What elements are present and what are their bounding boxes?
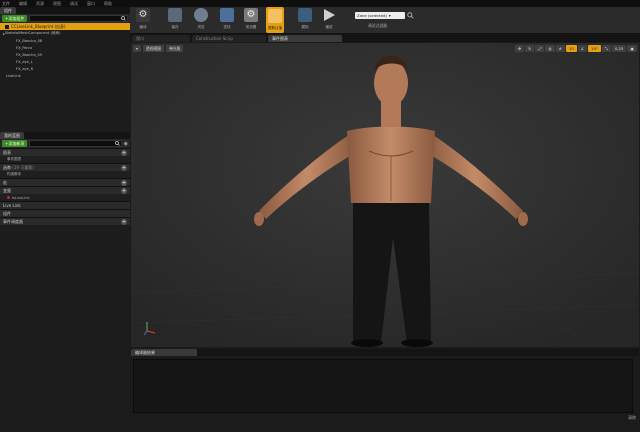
components-toolbar: +添加组件 <box>0 14 130 23</box>
section-graphs[interactable]: 图表 + <box>0 148 130 156</box>
tree-item[interactable]: FX_eye_R <box>0 65 130 72</box>
simulate-icon <box>298 8 312 22</box>
gear-icon: ⚙ <box>136 8 150 22</box>
tree-item[interactable]: LiveLink <box>0 72 130 79</box>
tab-viewport[interactable]: 视口 <box>132 35 190 42</box>
menu-help[interactable]: 帮助 <box>104 1 112 7</box>
play-button[interactable]: 播放 <box>320 8 338 30</box>
my-blueprint-panel: 我的蓝图 +添加新项 ◉ 图表 + 事件图表 函数 (19 可重载) + 构造脚本 … <box>0 132 130 225</box>
scale-icon[interactable]: ⤢ <box>535 45 545 52</box>
tab-components[interactable]: 组件 <box>0 7 16 14</box>
settings-icon: ⚙ <box>244 8 258 22</box>
mybp-tabstrip: 我的蓝图 <box>0 132 130 139</box>
angle-snap-value[interactable]: 10° <box>588 45 601 52</box>
menu-bar: 文件 编辑 资源 视图 调试 窗口 帮助 <box>0 0 640 7</box>
transform-icon[interactable]: ✥ <box>514 45 525 52</box>
blueprint-icon <box>5 24 9 29</box>
mybp-toolbar: +添加新项 ◉ <box>0 139 130 148</box>
construction-script-item[interactable]: 构造脚本 <box>0 171 130 178</box>
tree-item[interactable]: FX_eye_L <box>0 58 130 65</box>
search-icon <box>114 141 120 146</box>
section-functions[interactable]: 函数 (19 可重载) + <box>0 163 130 171</box>
compiler-tabstrip: 编译器结果 <box>131 349 639 356</box>
tab-construction-script[interactable]: Construction Scrip <box>192 35 266 42</box>
components-search-input[interactable] <box>29 15 128 22</box>
menu-view[interactable]: 视图 <box>53 1 61 7</box>
clear-button[interactable]: 清除 <box>628 415 636 421</box>
section-components[interactable]: 组件 <box>0 209 130 217</box>
compile-button[interactable]: ⚙ 编译 <box>134 8 152 30</box>
viewport-scene <box>131 43 639 347</box>
main-toolbar: ⚙ 编译 保存 浏览 查找 ⚙ 类设置 类默认值 模拟 播放 Zane (sel… <box>130 7 640 34</box>
section-macros[interactable]: 宏 + <box>0 178 130 186</box>
class-defaults-button[interactable]: 类默认值 <box>266 7 284 33</box>
section-livelink[interactable]: Live Link <box>0 201 130 209</box>
section-variables[interactable]: 变量 + <box>0 186 130 194</box>
add-function-icon[interactable]: + <box>121 164 127 171</box>
tab-event-graph[interactable]: 事件图表 <box>268 35 342 42</box>
tree-item[interactable]: ▸ SkeletalMeshComponent (继承) <box>0 30 130 37</box>
add-new-button[interactable]: +添加新项 <box>2 140 28 147</box>
play-icon <box>324 9 335 21</box>
add-variable-icon[interactable]: + <box>121 187 127 194</box>
grid-size-value[interactable]: 10 <box>565 45 577 52</box>
tab-compiler-results[interactable]: 编译器结果 <box>131 349 197 356</box>
bool-variable-icon <box>7 196 10 199</box>
add-component-button[interactable]: +添加组件 <box>2 15 28 22</box>
binoculars-icon <box>220 8 234 22</box>
section-event-dispatchers[interactable]: 事件调度器 + <box>0 217 130 225</box>
perspective-button[interactable]: 透视视图 <box>142 45 165 52</box>
viewport-right-controls: ✥ ↻ ⤢ ◍ # 10 ∠ 10° ⤡ 0.25 ▣ <box>514 45 637 52</box>
scale-snap-icon[interactable]: ⤡ <box>601 45 611 52</box>
menu-window[interactable]: 窗口 <box>87 1 95 7</box>
components-tabstrip: 组件 <box>0 7 130 14</box>
viewport-left-controls: ▾ 透视视图 带光照 <box>133 45 184 52</box>
debug-filter-label: 调试过滤器 <box>368 23 387 28</box>
world-icon[interactable]: ◍ <box>545 45 555 52</box>
left-panel: 组件 +添加组件 CCLiveLink_Blueprint (自身) ▸ Ske… <box>0 7 130 432</box>
rotate-icon[interactable]: ↻ <box>525 45 535 52</box>
menu-file[interactable]: 文件 <box>2 1 10 7</box>
tree-item[interactable]: FX_Baocha_08 <box>0 37 130 44</box>
browse-button[interactable]: 浏览 <box>192 8 210 30</box>
magnifier-icon <box>194 8 208 22</box>
lit-mode-button[interactable]: 带光照 <box>166 45 184 52</box>
add-macro-icon[interactable]: + <box>121 179 127 186</box>
menu-edit[interactable]: 编辑 <box>19 1 27 7</box>
class-settings-button[interactable]: ⚙ 类设置 <box>242 8 260 30</box>
add-dispatcher-icon[interactable]: + <box>121 218 127 225</box>
selected-self-row[interactable]: CCLiveLink_Blueprint (自身) <box>0 23 130 30</box>
eye-icon[interactable]: ◉ <box>124 141 128 147</box>
mybp-search-input[interactable] <box>29 140 122 147</box>
debug-object-dropdown[interactable]: Zane (selected) ▾ <box>355 12 405 19</box>
simulate-button[interactable]: 模拟 <box>296 8 314 30</box>
event-graph-item[interactable]: 事件图表 <box>0 156 130 163</box>
menu-asset[interactable]: 资源 <box>36 1 44 7</box>
tree-item[interactable]: FX_Parca <box>0 44 130 51</box>
compiler-results-panel: 编译器结果 清除 <box>131 349 639 432</box>
compiler-output <box>133 359 633 413</box>
defaults-icon <box>268 9 282 23</box>
viewport-tabstrip: 视口 Construction Scrip 事件图表 <box>130 34 640 42</box>
find-button[interactable]: 查找 <box>218 8 236 30</box>
debug-search-icon[interactable] <box>407 12 414 19</box>
save-button[interactable]: 保存 <box>166 8 184 30</box>
tab-my-blueprint[interactable]: 我的蓝图 <box>0 132 24 139</box>
chevron-down-icon: ▾ <box>388 13 391 18</box>
save-icon <box>168 8 182 22</box>
viewport-options-button[interactable]: ▾ <box>133 45 141 52</box>
component-tree: ▸ SkeletalMeshComponent (继承) FX_Baocha_0… <box>0 30 130 79</box>
tree-item[interactable]: FX_Baocha_09 <box>0 51 130 58</box>
add-graph-icon[interactable]: + <box>121 149 127 156</box>
menu-debug[interactable]: 调试 <box>70 1 78 7</box>
camera-speed-icon[interactable]: ▣ <box>627 45 637 52</box>
variable-item[interactable]: IsLiveLink <box>0 194 130 201</box>
search-icon <box>121 16 126 21</box>
viewport[interactable]: ▾ 透视视图 带光照 ✥ ↻ ⤢ ◍ # 10 ∠ 10° ⤡ 0.25 ▣ <box>131 43 639 347</box>
zoom-value[interactable]: 0.25 <box>611 45 627 52</box>
grid-snap-icon[interactable]: # <box>555 45 565 52</box>
angle-snap-icon[interactable]: ∠ <box>577 45 588 52</box>
